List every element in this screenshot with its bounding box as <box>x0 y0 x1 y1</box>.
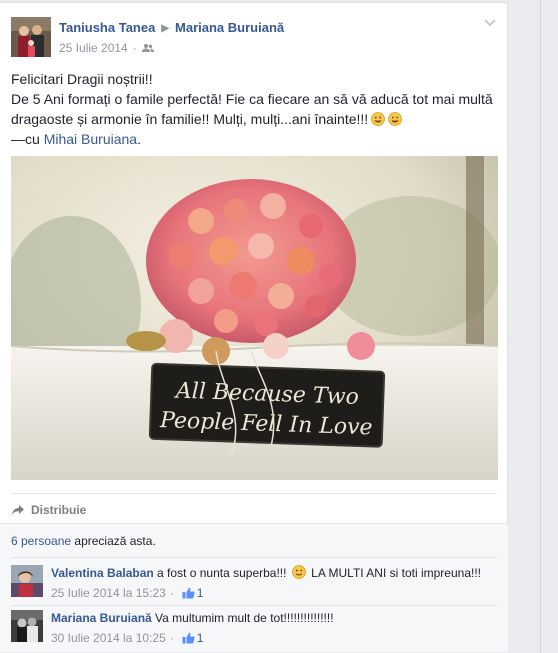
comment-meta: 25 Iulie 2014 la 15:23 · 1 <box>51 585 497 601</box>
comments-section: 6 persoane apreciază asta. Valentina Bal… <box>0 523 508 652</box>
friends-icon[interactable] <box>141 43 154 53</box>
divider <box>11 557 497 558</box>
commenter-avatar[interactable] <box>11 610 43 642</box>
post-action-bar: Distribuie <box>11 493 497 524</box>
thumbs-up-icon <box>182 587 195 599</box>
comment-body: Valentina Balaban a fost o nunta superba… <box>51 565 497 601</box>
share-label: Distribuie <box>31 503 87 517</box>
separator-dot: · <box>169 586 174 600</box>
commenter-avatar[interactable] <box>11 565 43 597</box>
comment-like-number: 1 <box>196 631 204 645</box>
comment-author-link[interactable]: Valentina Balaban <box>51 566 154 580</box>
post-meta: 25 Iulie 2014 · <box>59 41 154 55</box>
separator-dot: · <box>169 631 174 645</box>
triangle-right-icon: ▶ <box>161 23 170 34</box>
post-date-link[interactable]: 25 Iulie 2014 <box>59 41 128 55</box>
post-text-line2: De 5 Ani formați o famile perfectă! Fie … <box>11 89 501 129</box>
chevron-down-icon[interactable] <box>483 17 497 29</box>
share-arrow-icon <box>12 505 24 515</box>
tagged-person-link[interactable]: Mihai Buruiana <box>44 131 137 147</box>
likers-link[interactable]: 6 persoane <box>11 534 71 548</box>
author-avatar[interactable] <box>11 17 51 57</box>
post-header-names: Taniusha Tanea ▶ Mariana Buruiană <box>59 20 284 35</box>
with-prefix: —cu <box>11 131 40 147</box>
comment-like-count[interactable]: 1 <box>182 630 204 646</box>
share-button[interactable]: Distribuie <box>11 503 86 517</box>
comment-date-link[interactable]: 25 Iulie 2014 la 15:23 <box>51 585 166 601</box>
thumbs-up-icon <box>182 632 195 644</box>
comment-date-link[interactable]: 30 Iulie 2014 la 10:25 <box>51 630 166 646</box>
post-card: Taniusha Tanea ▶ Mariana Buruiană 25 Iulie… <box>0 2 508 652</box>
target-name-link[interactable]: Mariana Buruiană <box>175 20 284 35</box>
likes-summary: 6 persoane apreciază asta. <box>11 534 156 548</box>
smile-emoji-icon <box>291 565 306 579</box>
separator-dot: · <box>132 41 137 55</box>
post-text: Felicitari Dragii noștrii!! De 5 Ani for… <box>11 69 501 149</box>
author-name-link[interactable]: Taniusha Tanea <box>59 20 155 35</box>
smile-emoji-icon <box>371 112 386 126</box>
comment-body: Mariana Buruiană Va multumim mult de tot… <box>51 610 497 646</box>
post-photo[interactable]: All Because Two People Fell In Love <box>11 156 498 480</box>
comment-text: a fost o nunta superba!!! <box>157 566 287 580</box>
comment-author-link[interactable]: Mariana Buruiană <box>51 611 152 625</box>
smile-emoji-icon <box>388 112 403 126</box>
comment-like-number: 1 <box>196 586 204 600</box>
comment-like-count[interactable]: 1 <box>182 585 204 601</box>
comment-meta: 30 Iulie 2014 la 10:25 · 1 <box>51 630 497 646</box>
likes-suffix: apreciază asta. <box>74 534 156 548</box>
right-gutter <box>510 0 558 653</box>
divider <box>540 0 541 653</box>
comment-text-continued: LA MULTI ANI si toti impreuna!!! <box>311 566 481 580</box>
divider <box>11 605 497 606</box>
post-text-line1: Felicitari Dragii noștrii!! <box>11 71 153 87</box>
comment-text: Va multumim mult de tot!!!!!!!!!!!!!!! <box>155 611 334 625</box>
post-with-line: —cu Mihai Buruiana. <box>11 131 141 147</box>
post-text-body: De 5 Ani formați o famile perfectă! Fie … <box>11 91 493 127</box>
